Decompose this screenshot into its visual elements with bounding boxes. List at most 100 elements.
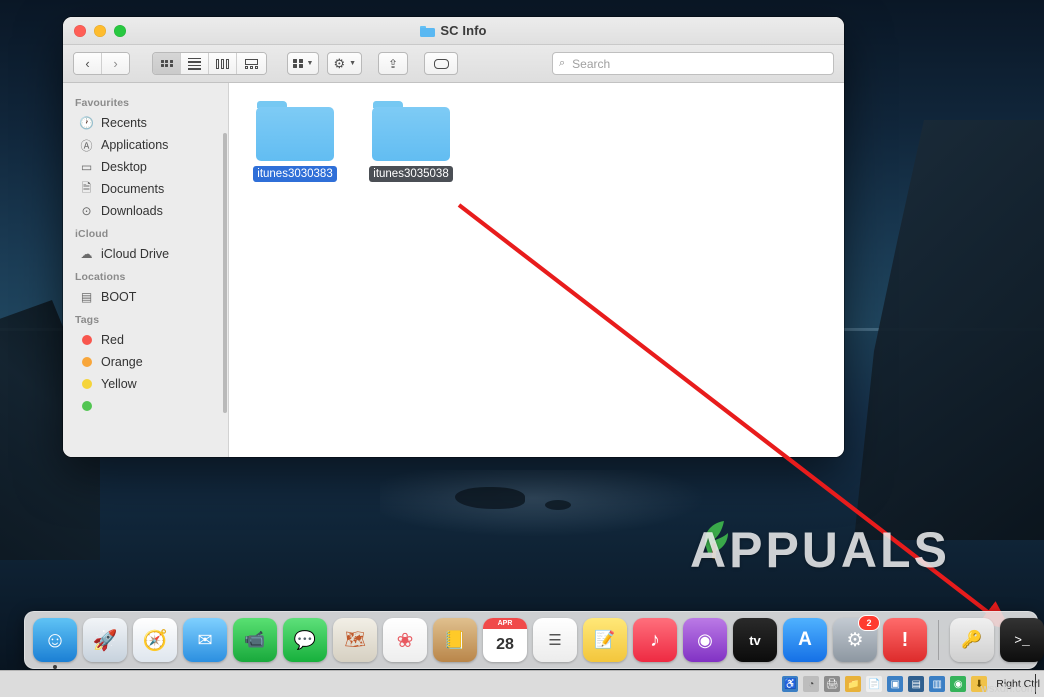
dock-item-apple-tv[interactable]: tv xyxy=(733,618,777,662)
file-item[interactable]: itunes3030383 xyxy=(247,101,343,182)
nav-buttons[interactable]: ‹ › xyxy=(73,52,130,75)
sidebar-item-tag-red[interactable]: Red xyxy=(63,329,228,351)
share-icon: ⇪ xyxy=(388,56,399,71)
dock-item-photos[interactable]: ❀ xyxy=(383,618,427,662)
dock-separator xyxy=(938,620,939,660)
share-button[interactable]: ⇪ xyxy=(378,52,409,75)
gear-icon: ⚙ xyxy=(333,56,346,71)
window-titlebar[interactable]: SC Info xyxy=(63,17,844,45)
sidebar-item-tag-green-partial[interactable] xyxy=(63,395,228,417)
calendar-day-label: 28 xyxy=(496,635,514,653)
window-body: Favourites 🕐 Recents Ⓐ Applications ▭ De… xyxy=(63,83,844,457)
column-view-button[interactable] xyxy=(209,53,237,74)
running-indicator xyxy=(53,665,57,669)
dock-item-system-preferences[interactable]: ⚙ 2 xyxy=(833,615,880,662)
dock-item-music[interactable]: ♪ xyxy=(633,618,677,662)
dock-item-finder[interactable]: ☺ xyxy=(33,618,77,669)
sidebar-item-applications[interactable]: Ⓐ Applications xyxy=(63,134,228,156)
sidebar-item-label: Applications xyxy=(101,138,169,152)
columns-icon xyxy=(216,58,229,69)
action-menu-button[interactable]: ⚙ ▼ xyxy=(327,52,363,75)
sidebar-item-documents[interactable]: 🗎 Documents xyxy=(63,178,228,200)
dock-item-app-store[interactable]: A xyxy=(783,618,827,662)
dock[interactable]: ☺ 🚀 🧭 ✉ 📹 💬 🗺 ❀ 📒 APR 28 ☰ 📝 ♪ ◉ tv A ⚙ 2… xyxy=(24,611,1044,669)
browser-icon[interactable]: ◉ xyxy=(950,676,967,692)
document-icon[interactable]: 📄 xyxy=(866,676,883,692)
dock-item-terminal[interactable]: >_ xyxy=(1000,618,1044,662)
sidebar-item-desktop[interactable]: ▭ Desktop xyxy=(63,156,228,178)
finder-toolbar[interactable]: ‹ › ▼ ⚙ ▼ ⇪ ⌕ Search xyxy=(63,45,844,83)
forward-button[interactable]: › xyxy=(102,53,129,74)
window-title-text: SC Info xyxy=(440,23,487,38)
dock-item-podcasts[interactable]: ◉ xyxy=(683,618,727,662)
minimize-button[interactable] xyxy=(94,24,106,37)
folder-icon xyxy=(420,25,436,37)
list-lines-icon xyxy=(188,57,201,70)
accessibility-icon[interactable]: ♿ xyxy=(782,676,799,692)
dock-item-safari[interactable]: 🧭 xyxy=(133,618,177,662)
dock-item-facetime[interactable]: 📹 xyxy=(233,618,277,662)
folder-icon[interactable]: 📁 xyxy=(845,676,862,692)
clock-icon[interactable]: ◔ xyxy=(803,676,820,692)
sidebar-item-label: Downloads xyxy=(101,204,163,218)
tag-dot-green xyxy=(79,401,94,411)
file-item[interactable]: itunes3035038 xyxy=(363,101,459,182)
sidebar-item-icloud-drive[interactable]: ☁ iCloud Drive xyxy=(63,243,228,265)
dock-item-alert[interactable]: ! xyxy=(883,618,927,662)
dock-item-contacts[interactable]: 📒 xyxy=(433,618,477,662)
file-name-label: itunes3035038 xyxy=(369,166,453,182)
sidebar-header-tags: Tags xyxy=(75,314,100,326)
window-icon[interactable]: ▣ xyxy=(887,676,904,692)
sidebar-item-downloads[interactable]: ⊙ Downloads xyxy=(63,200,228,222)
finder-window[interactable]: SC Info ‹ › ▼ ⚙ ▼ ⇪ ⌕ Search Favourites … xyxy=(63,17,844,457)
dock-item-launchpad[interactable]: 🚀 xyxy=(83,618,127,662)
search-field[interactable]: ⌕ xyxy=(552,52,834,75)
wallpaper-rock xyxy=(545,500,571,510)
close-button[interactable] xyxy=(74,24,86,37)
watermark-sub: wsxdn.com xyxy=(980,683,1036,695)
folder-icon xyxy=(256,101,334,161)
desktop-icon: ▭ xyxy=(80,160,93,174)
chevron-down-icon: ▼ xyxy=(349,60,357,67)
tags-button[interactable] xyxy=(424,52,459,75)
sidebar-item-recents[interactable]: 🕐 Recents xyxy=(63,112,228,134)
file-name-label: itunes3030383 xyxy=(253,166,337,182)
sidebar-item-label: Recents xyxy=(101,116,147,130)
traffic-light-group[interactable] xyxy=(63,24,126,37)
list-view-button[interactable] xyxy=(181,53,209,74)
printer-icon[interactable]: 🖨 xyxy=(824,676,841,692)
finder-sidebar[interactable]: Favourites 🕐 Recents Ⓐ Applications ▭ De… xyxy=(63,83,229,457)
window-title: SC Info xyxy=(63,23,844,38)
dock-item-maps[interactable]: 🗺 xyxy=(333,618,377,662)
applications-icon: Ⓐ xyxy=(80,138,93,153)
sidebar-item-tag-orange[interactable]: Orange xyxy=(63,351,228,373)
drive-icon: ▤ xyxy=(80,290,93,304)
sidebar-item-label: Yellow xyxy=(101,377,137,391)
gallery-view-button[interactable] xyxy=(237,53,266,74)
maximize-button[interactable] xyxy=(114,24,126,37)
sidebar-item-label: BOOT xyxy=(101,290,137,304)
calendar-month-label: APR xyxy=(483,618,527,629)
dock-item-mail[interactable]: ✉ xyxy=(183,618,227,662)
back-button[interactable]: ‹ xyxy=(74,53,102,74)
view-mode-group[interactable] xyxy=(152,52,267,75)
dock-item-calendar[interactable]: APR 28 xyxy=(483,618,527,662)
icon-view-button[interactable] xyxy=(153,53,181,74)
dock-item-keychain-access[interactable]: 🔑 xyxy=(950,618,994,662)
chevron-down-icon: ▼ xyxy=(306,60,314,67)
sidebar-item-tag-yellow[interactable]: Yellow xyxy=(63,373,228,395)
sidebar-item-boot[interactable]: ▤ BOOT xyxy=(63,286,228,308)
sidebar-item-label: Red xyxy=(101,333,124,347)
dock-item-reminders[interactable]: ☰ xyxy=(533,618,577,662)
app-icon[interactable]: ▥ xyxy=(929,676,946,692)
grid-squares-icon xyxy=(293,58,303,69)
dock-item-messages[interactable]: 💬 xyxy=(283,618,327,662)
screen-icon[interactable]: ▤ xyxy=(908,676,925,692)
search-input[interactable] xyxy=(570,55,827,72)
dock-item-notes[interactable]: 📝 xyxy=(583,618,627,662)
file-grid[interactable]: itunes3030383 itunes3035038 xyxy=(229,83,844,457)
sidebar-scrollbar[interactable] xyxy=(222,133,227,413)
grid-dots-icon xyxy=(160,59,173,68)
group-by-button[interactable]: ▼ xyxy=(287,52,320,75)
taskbar[interactable]: ♿ ◔ 🖨 📁 📄 ▣ ▤ ▥ ◉ ⬇ Right Ctrl xyxy=(0,670,1044,697)
